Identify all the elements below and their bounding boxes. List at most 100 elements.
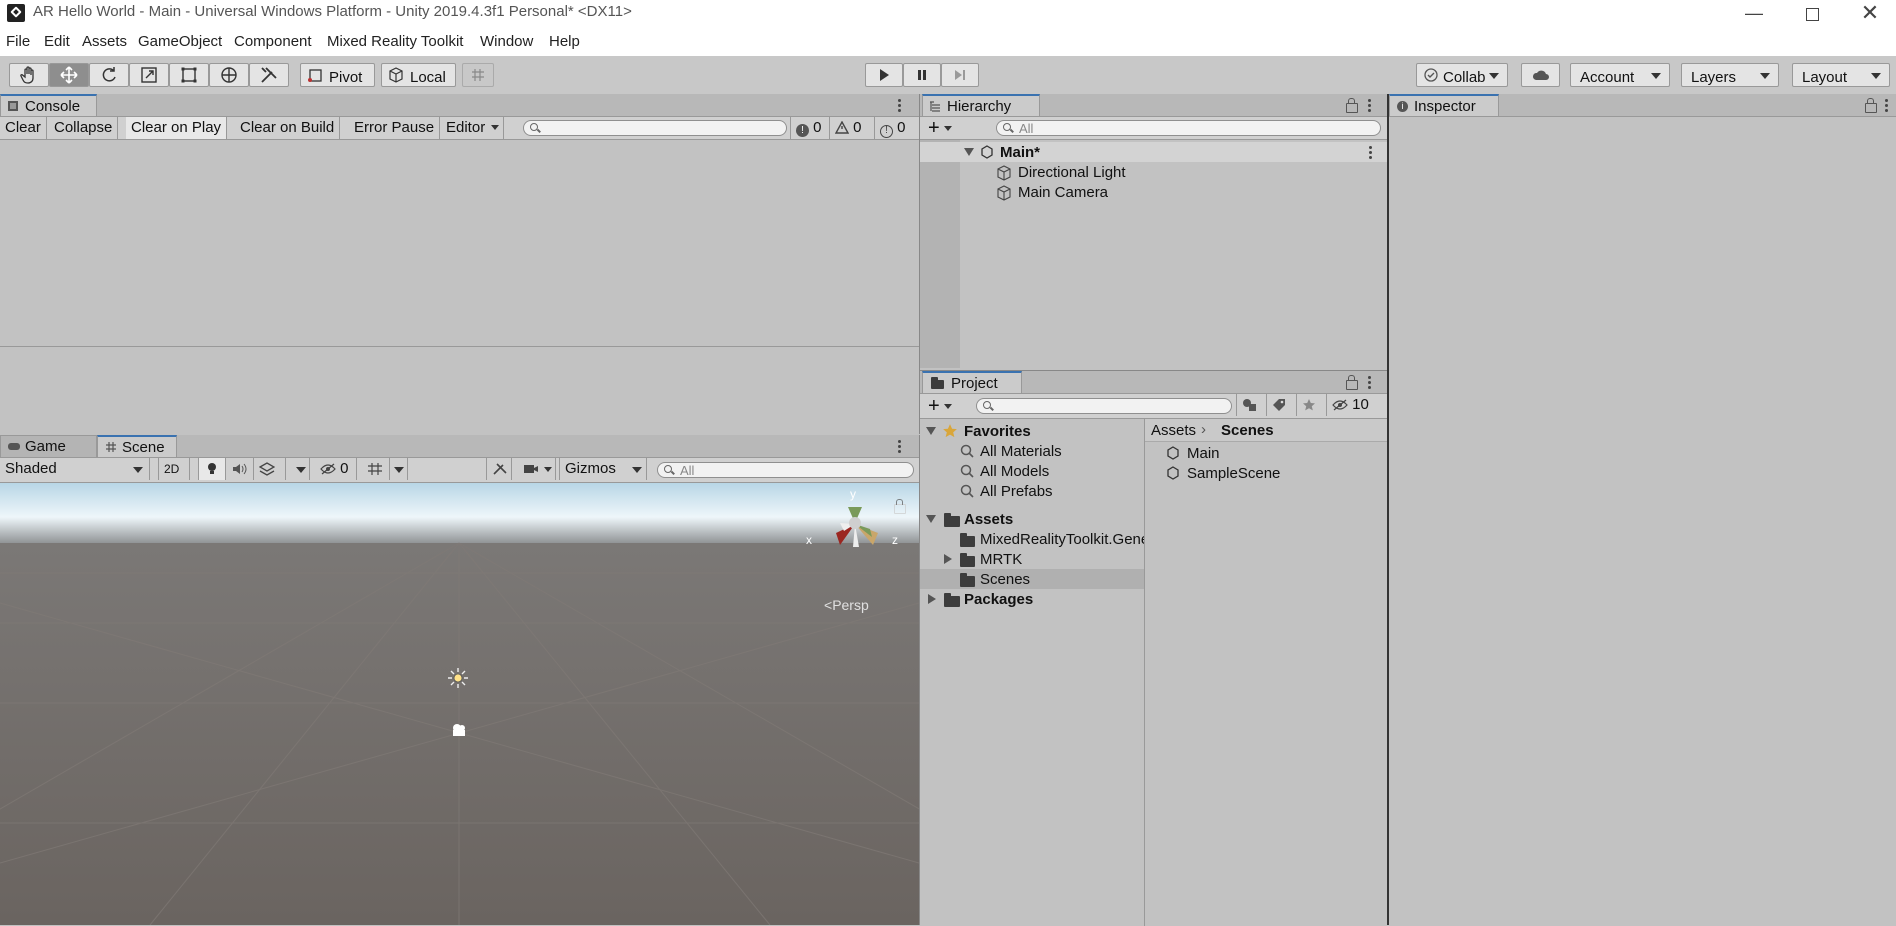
custom-tool-button[interactable] — [249, 63, 289, 87]
project-lock-icon[interactable] — [1346, 375, 1358, 390]
create-add-button[interactable]: + — [928, 117, 952, 139]
create-asset-button[interactable]: + — [928, 395, 952, 417]
asset-file-row[interactable]: Main — [1145, 443, 1387, 463]
error-count-toggle[interactable]: ! 0 — [875, 117, 919, 139]
collapse-button[interactable]: Collapse — [49, 117, 119, 139]
menu-mixed-reality-toolkit[interactable]: Mixed Reality Toolkit — [327, 33, 463, 50]
favorite-search-button[interactable] — [1297, 394, 1327, 416]
hand-tool-button[interactable] — [9, 63, 49, 87]
packages-root-row[interactable]: Packages — [920, 589, 1144, 609]
lighting-toggle[interactable] — [198, 458, 226, 480]
asset-folder-row[interactable]: MRTK — [920, 549, 1144, 569]
scene-tools-button[interactable] — [486, 458, 512, 480]
rotate-tool-button[interactable] — [89, 63, 129, 87]
editor-dropdown[interactable]: Editor — [441, 117, 505, 139]
menu-component[interactable]: Component — [234, 33, 312, 50]
tab-scene[interactable]: Scene — [97, 435, 177, 457]
breadcrumb-assets[interactable]: Assets — [1151, 422, 1196, 439]
asset-folder-row-selected[interactable]: Scenes — [920, 569, 1144, 589]
hierarchy-item[interactable]: Directional Light — [920, 162, 1387, 182]
menu-help[interactable]: Help — [549, 33, 580, 50]
gizmo-lock-icon[interactable] — [894, 499, 906, 514]
menu-edit[interactable]: Edit — [44, 33, 70, 50]
hidden-objects-toggle[interactable]: 0 — [315, 458, 357, 480]
search-by-type-button[interactable] — [1236, 394, 1267, 416]
expand-arrow-icon[interactable] — [944, 554, 952, 564]
effects-toggle[interactable] — [254, 458, 286, 480]
clear-on-build-button[interactable]: Clear on Build — [235, 117, 341, 139]
scene-search-input[interactable]: All — [657, 462, 914, 478]
log-count-toggle[interactable]: ! 0 — [790, 117, 830, 139]
shading-dropdown[interactable]: Shaded — [0, 458, 150, 480]
move-tool-button[interactable] — [49, 63, 89, 87]
maximize-icon[interactable] — [1789, 0, 1835, 26]
tab-console[interactable]: Console — [0, 94, 97, 116]
hierarchy-search-input[interactable]: All — [996, 120, 1381, 136]
asset-folder-row[interactable]: MixedRealityToolkit.Generated — [920, 529, 1144, 549]
layout-dropdown[interactable]: Layout — [1792, 63, 1890, 87]
expand-arrow-icon[interactable] — [926, 515, 936, 523]
scene-menu-icon[interactable] — [898, 440, 902, 454]
audio-toggle[interactable] — [226, 458, 254, 480]
asset-file-row[interactable]: SampleScene — [1145, 463, 1387, 483]
pause-button[interactable] — [903, 63, 941, 87]
hierarchy-menu-icon[interactable] — [1368, 99, 1372, 113]
orientation-gizmo[interactable]: y x z — [800, 487, 900, 569]
grid-toggle[interactable] — [362, 458, 390, 480]
tab-project[interactable]: Project — [922, 371, 1022, 393]
hierarchy-item[interactable]: Main Camera — [920, 182, 1387, 202]
expand-arrow-icon[interactable] — [928, 594, 936, 604]
local-toggle[interactable]: Local — [381, 63, 456, 87]
2d-toggle[interactable]: 2D — [158, 458, 190, 480]
assets-root-row[interactable]: Assets — [920, 509, 1144, 529]
close-icon[interactable]: ✕ — [1847, 0, 1893, 26]
hierarchy-lock-icon[interactable] — [1346, 98, 1358, 113]
rect-tool-button[interactable] — [169, 63, 209, 87]
cloud-button[interactable] — [1521, 63, 1560, 87]
favorites-row[interactable]: Favorites — [920, 421, 1144, 441]
gizmos-dropdown[interactable]: Gizmos — [559, 458, 647, 480]
projection-toggle[interactable]: <Persp — [824, 597, 869, 613]
inspector-lock-icon[interactable] — [1865, 98, 1877, 113]
tab-hierarchy[interactable]: Hierarchy — [922, 94, 1040, 116]
scale-tool-button[interactable] — [129, 63, 169, 87]
console-search-input[interactable] — [523, 120, 787, 136]
warning-count-toggle[interactable]: 0 — [830, 117, 875, 139]
project-search-input[interactable] — [976, 398, 1232, 414]
console-split-divider[interactable] — [0, 346, 919, 347]
collab-dropdown[interactable]: Collab — [1416, 63, 1508, 87]
clear-button[interactable]: Clear — [0, 117, 47, 139]
favorite-item[interactable]: All Prefabs — [920, 481, 1144, 501]
minimize-icon[interactable]: — — [1731, 0, 1777, 26]
breadcrumb-scenes[interactable]: Scenes — [1221, 422, 1274, 439]
play-button[interactable] — [865, 63, 903, 87]
menu-assets[interactable]: Assets — [82, 33, 127, 50]
favorite-item[interactable]: All Materials — [920, 441, 1144, 461]
grid-dropdown-arrow[interactable] — [390, 458, 408, 480]
camera-dropdown[interactable] — [518, 458, 556, 480]
project-menu-icon[interactable] — [1368, 376, 1372, 390]
menu-file[interactable]: File — [6, 33, 30, 50]
camera-gizmo-icon[interactable] — [449, 722, 469, 738]
transform-tool-button[interactable] — [209, 63, 249, 87]
layers-dropdown[interactable]: Layers — [1681, 63, 1779, 87]
snap-grid-button[interactable] — [462, 63, 494, 87]
error-pause-button[interactable]: Error Pause — [349, 117, 441, 139]
scene-viewport[interactable]: y x z <Persp — [0, 483, 919, 925]
hidden-packages-toggle[interactable]: 10 — [1327, 394, 1387, 416]
scene-row-menu-icon[interactable] — [1369, 146, 1373, 160]
console-menu-icon[interactable] — [898, 99, 902, 113]
search-by-label-button[interactable] — [1267, 394, 1297, 416]
menu-window[interactable]: Window — [480, 33, 533, 50]
expand-arrow-icon[interactable] — [964, 148, 974, 156]
effects-dropdown-arrow[interactable] — [292, 458, 310, 480]
expand-arrow-icon[interactable] — [926, 427, 936, 435]
tab-game[interactable]: Game — [0, 435, 97, 457]
favorite-item[interactable]: All Models — [920, 461, 1144, 481]
tab-inspector[interactable]: i Inspector — [1389, 94, 1499, 116]
directional-light-gizmo-icon[interactable] — [447, 667, 469, 689]
account-dropdown[interactable]: Account — [1570, 63, 1670, 87]
pivot-toggle[interactable]: Pivot — [300, 63, 375, 87]
menu-gameobject[interactable]: GameObject — [138, 33, 222, 50]
inspector-menu-icon[interactable] — [1885, 99, 1889, 113]
